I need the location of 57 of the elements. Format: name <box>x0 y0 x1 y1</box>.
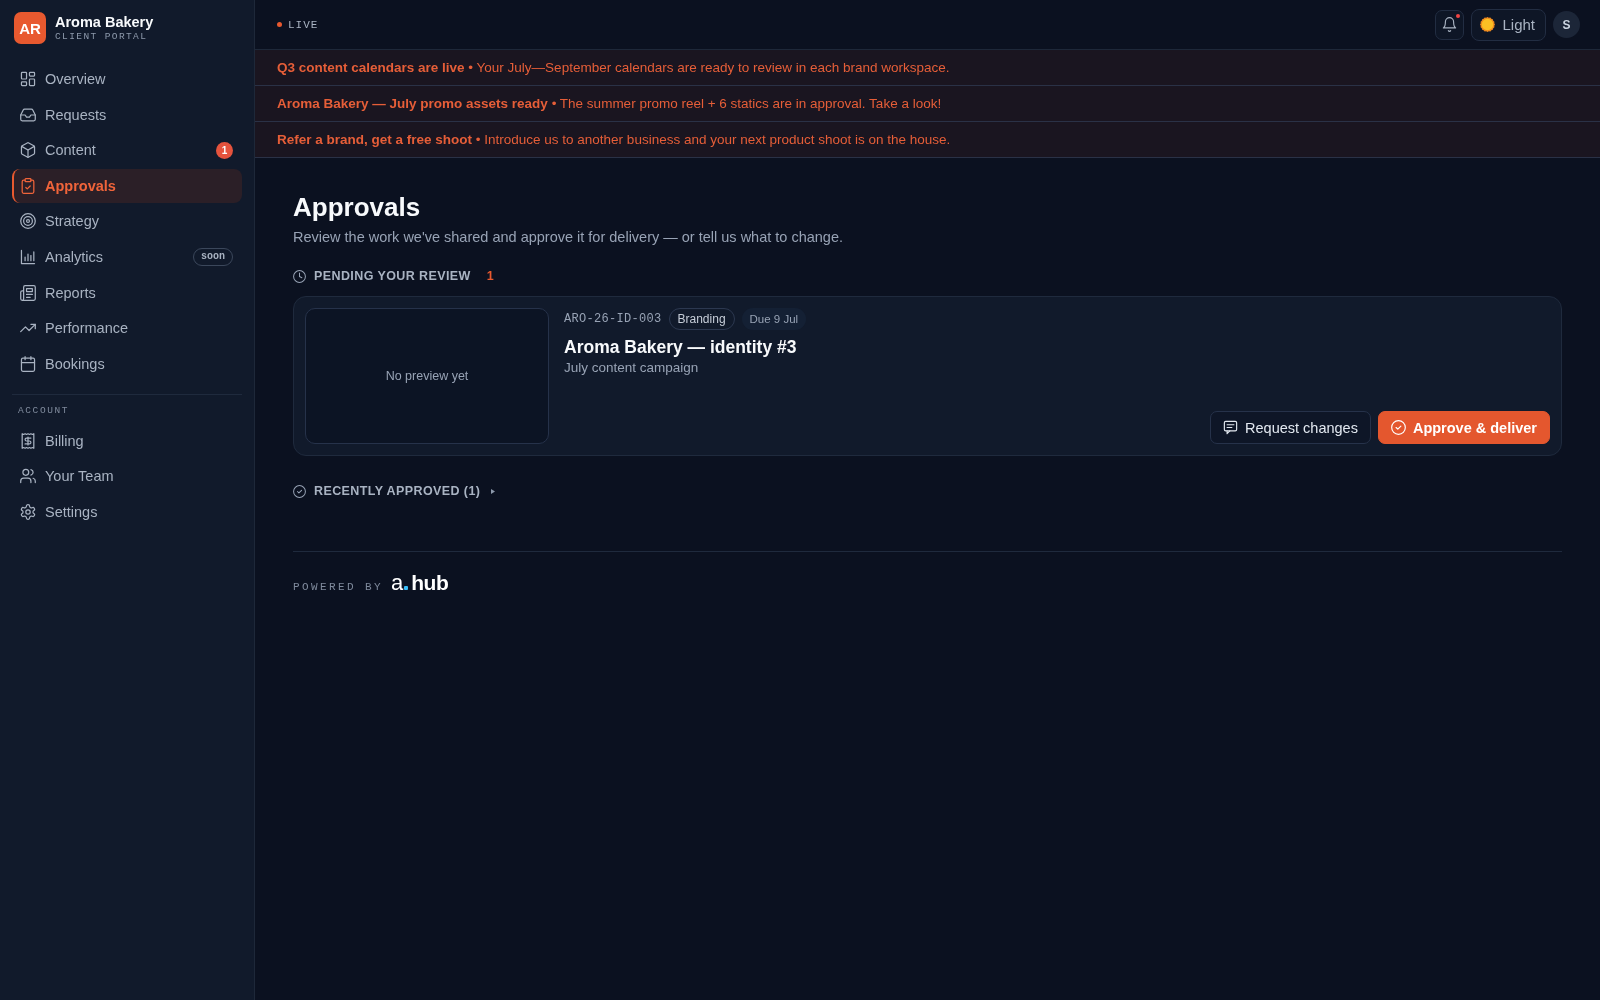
sidebar-item[interactable]: Approvals <box>12 168 242 203</box>
cube-icon <box>20 142 36 159</box>
announcement-banner: Q3 content calendars are live • Your July—September calendars are ready to review in each brand workspace. <box>255 50 1600 86</box>
announcement-banner: Refer a brand, get a free shoot • Introduce us to another business and your next product shoot is on the house. <box>255 122 1600 158</box>
receipt-icon <box>20 432 36 449</box>
clipboard-check-icon <box>20 177 36 194</box>
brand-logo-tile: AR <box>14 12 46 44</box>
check-circle-icon <box>293 484 306 498</box>
logo-wordmark: hub <box>411 571 449 595</box>
sun-icon <box>1480 17 1496 32</box>
item-code: ARO-26-ID-003 <box>564 312 662 326</box>
settings-icon <box>20 503 36 520</box>
announcement-banner: Aroma Bakery — July promo assets ready • The summer promo reel + 6 statics are in approval. Take a look! <box>255 86 1600 122</box>
sidebar-item[interactable]: Billing <box>12 423 242 458</box>
pending-count: 1 <box>486 269 494 283</box>
user-avatar[interactable]: S <box>1553 11 1580 38</box>
sidebar-item[interactable]: Bookings <box>12 346 242 381</box>
sidebar-item[interactable]: Settings <box>12 494 242 529</box>
section-heading: ACCOUNT <box>18 404 70 417</box>
page-subtitle: Review the work we've shared and approve it for delivery — or tell us what to change. <box>293 228 845 247</box>
live-status: LIVE <box>288 18 319 31</box>
sidebar-item[interactable]: Requests <box>12 97 242 132</box>
live-dot-icon <box>277 22 282 27</box>
sidebar-item[interactable]: Strategy <box>12 204 242 239</box>
brand-subtitle: CLIENT PORTAL <box>55 30 149 43</box>
calendar-icon <box>20 355 36 372</box>
sidebar-item[interactable]: Your Team <box>12 459 242 494</box>
sidebar-item[interactable]: Performance <box>12 311 242 346</box>
approve-button[interactable]: Approve & deliver <box>1377 411 1550 444</box>
item-subtitle: July content campaign <box>564 359 700 377</box>
logo-mark: a <box>391 570 404 596</box>
sidebar-item[interactable]: Analytics soon <box>12 239 242 274</box>
check-circle-icon <box>1390 420 1406 435</box>
notifications-button[interactable] <box>1435 9 1465 40</box>
powered-by-label: POWERED BY <box>293 581 383 593</box>
brand-name: Aroma Bakery <box>55 13 154 31</box>
request-changes-button[interactable]: Request changes <box>1210 411 1371 444</box>
users-icon <box>20 468 36 485</box>
sidebar-item[interactable]: Reports <box>12 275 242 310</box>
count-badge: 1 <box>216 141 233 159</box>
sidebar-item[interactable]: Content 1 <box>12 133 242 168</box>
message-icon <box>1223 420 1239 435</box>
section-title: PENDING YOUR REVIEW <box>314 269 471 283</box>
target-icon <box>20 213 36 230</box>
clock-icon <box>293 269 306 283</box>
newspaper-icon <box>20 284 36 301</box>
bell-icon <box>1442 17 1458 32</box>
page-title: Approvals <box>293 191 422 223</box>
due-date-tag: Due 9 Jul <box>741 308 807 330</box>
bar-chart-icon <box>20 248 36 265</box>
theme-toggle[interactable]: Light <box>1471 8 1546 41</box>
preview-caption: No preview yet <box>385 369 469 383</box>
section-toggle[interactable]: RECENTLY APPROVED (1) <box>293 482 496 500</box>
grid-icon <box>20 71 36 87</box>
inbox-icon <box>20 106 36 123</box>
item-title: Aroma Bakery — identity #3 <box>564 336 798 358</box>
sidebar-item[interactable]: Overview <box>12 62 242 96</box>
